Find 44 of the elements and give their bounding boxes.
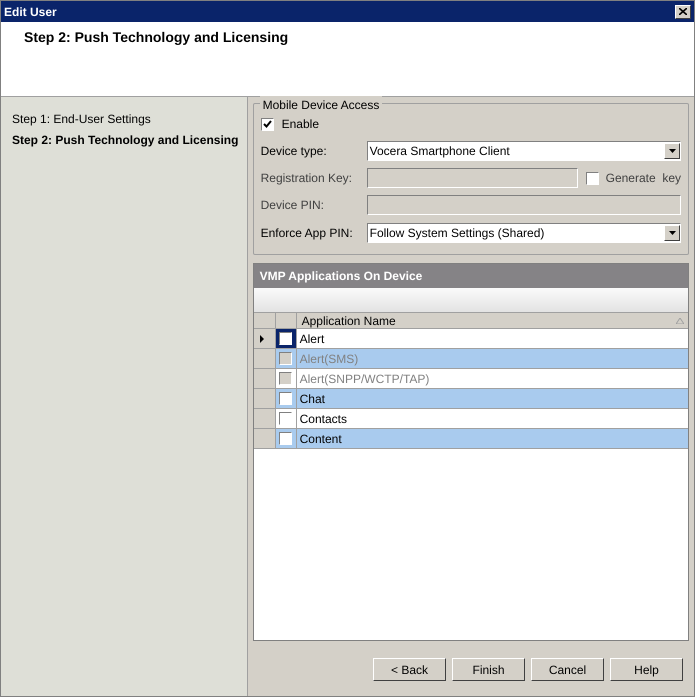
dialog-button[interactable]: Cancel	[531, 658, 604, 681]
application-name-cell: Alert(SNPP/WCTP/TAP)	[296, 369, 688, 389]
row-header-cell[interactable]	[254, 409, 276, 429]
device-pin-field[interactable]	[366, 195, 681, 215]
enable-checkbox[interactable]	[260, 118, 274, 130]
row-checkbox[interactable]	[279, 332, 292, 345]
device-pin-label: Device PIN:	[260, 197, 325, 214]
application-name-cell: Content	[296, 429, 688, 449]
close-icon	[679, 8, 687, 15]
row-checkbox[interactable]	[279, 412, 292, 425]
row-header-cell[interactable]	[254, 329, 276, 349]
step-item[interactable]: Step 2: Push Technology and Licensing	[12, 131, 247, 149]
generate-key-label: Generate key	[606, 170, 681, 187]
generate-key-checkbox[interactable]	[586, 172, 599, 184]
enable-label: Enable	[282, 116, 319, 133]
panel-title: VMP Applications On Device	[260, 268, 422, 285]
device-type-label: Device type:	[260, 143, 328, 160]
dropdown-arrow-button[interactable]	[664, 225, 680, 241]
enforce-app-pin-dropdown[interactable]: Follow System Settings (Shared)	[366, 223, 681, 243]
window-title: Edit User	[4, 4, 57, 20]
current-row-arrow-icon	[260, 334, 264, 342]
dialog-button[interactable]: < Back	[373, 658, 446, 681]
caret-down-icon	[668, 231, 676, 235]
caret-down-icon	[668, 149, 676, 153]
close-button[interactable]	[675, 4, 691, 18]
row-checkbox[interactable]	[279, 432, 292, 445]
checkmark-icon	[262, 120, 272, 128]
registration-key-field[interactable]	[366, 168, 578, 188]
dialog-button[interactable]: Finish	[452, 658, 525, 681]
row-header-cell[interactable]	[254, 429, 276, 449]
step-item[interactable]: Step 1: End-User Settings	[12, 110, 247, 128]
registration-key-label: Registration Key:	[260, 170, 354, 187]
application-name-cell: Alert	[296, 329, 688, 349]
enforce-app-pin-label: Enforce App PIN:	[260, 225, 354, 242]
dropdown-arrow-button[interactable]	[664, 143, 680, 159]
application-name-cell: Contacts	[296, 409, 688, 429]
application-name-cell: Chat	[296, 389, 688, 409]
row-header-cell[interactable]	[254, 389, 276, 409]
device-type-dropdown[interactable]: Vocera Smartphone Client	[366, 141, 681, 161]
row-checkbox[interactable]	[279, 392, 292, 405]
dialog-button[interactable]: Help	[610, 658, 683, 681]
application-name-cell: Alert(SMS)	[296, 349, 688, 369]
sort-arrow-icon	[676, 318, 684, 324]
step-heading: Step 2: Push Technology and Licensing	[24, 28, 290, 47]
